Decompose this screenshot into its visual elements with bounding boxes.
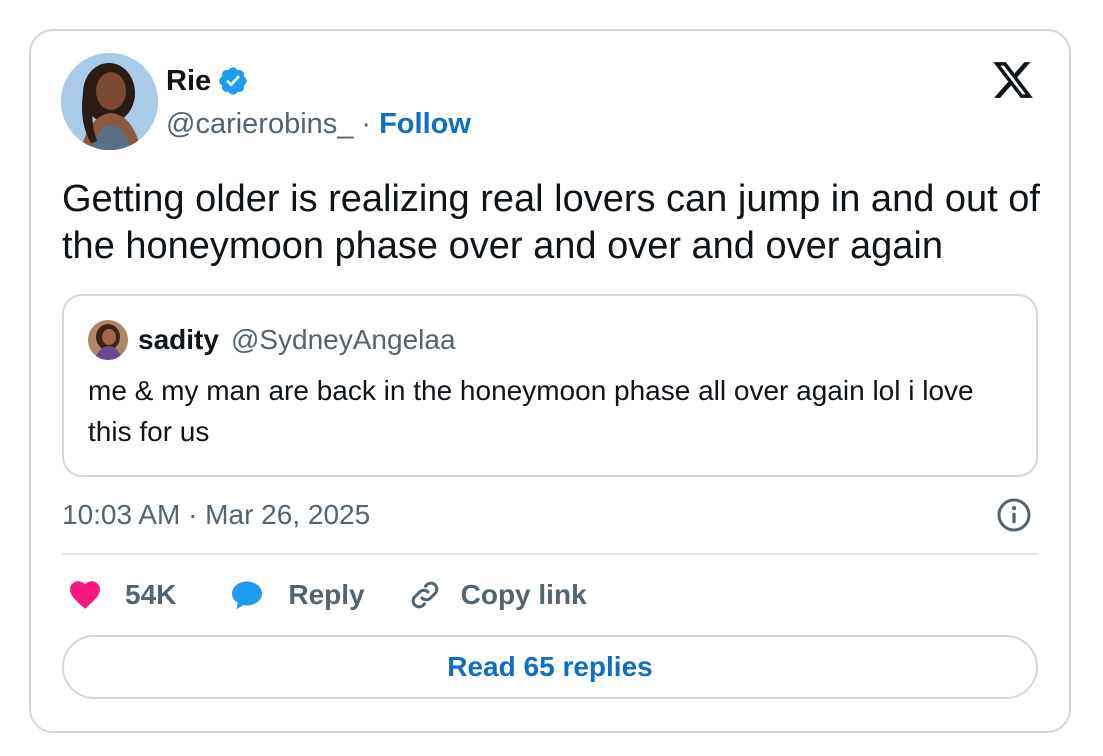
follow-button[interactable]: Follow — [379, 108, 471, 141]
copy-link-button[interactable]: Copy link — [407, 577, 587, 613]
heart-icon — [70, 581, 100, 609]
divider — [62, 553, 1038, 555]
read-replies-button[interactable]: Read 65 replies — [62, 635, 1038, 699]
link-icon — [411, 581, 438, 609]
action-bar: 54K Reply Copy link — [62, 575, 587, 615]
tweet-text: Getting older is realizing real lovers c… — [62, 178, 1040, 267]
quoted-tweet-text: me & my man are back in the honeymoon ph… — [88, 375, 974, 447]
reply-button[interactable]: Reply — [228, 577, 365, 613]
author-name-row: Rie — [166, 63, 249, 99]
verified-badge-icon — [219, 67, 247, 95]
quoted-author-row: sadity @SydneyAngelaa — [138, 323, 456, 357]
info-icon[interactable] — [996, 497, 1032, 533]
quoted-author-avatar — [88, 320, 128, 360]
quoted-author-name: sadity — [138, 324, 219, 355]
author-avatar[interactable] — [61, 53, 158, 150]
like-button[interactable]: 54K — [67, 577, 176, 613]
reply-label: Reply — [288, 579, 365, 610]
author-name[interactable]: Rie — [166, 65, 211, 98]
speech-bubble-icon — [232, 581, 263, 610]
author-handle-row: @carierobins_ · Follow — [166, 106, 471, 142]
quoted-author-handle: @SydneyAngelaa — [230, 324, 456, 355]
x-logo-icon[interactable] — [990, 58, 1036, 102]
author-handle[interactable]: @carierobins_ — [166, 108, 353, 141]
like-count: 54K — [125, 579, 177, 610]
tweet-timestamp[interactable]: 10:03 AM · Mar 26, 2025 — [62, 495, 370, 535]
copy-link-label: Copy link — [460, 579, 587, 610]
separator-dot: · — [361, 107, 372, 140]
